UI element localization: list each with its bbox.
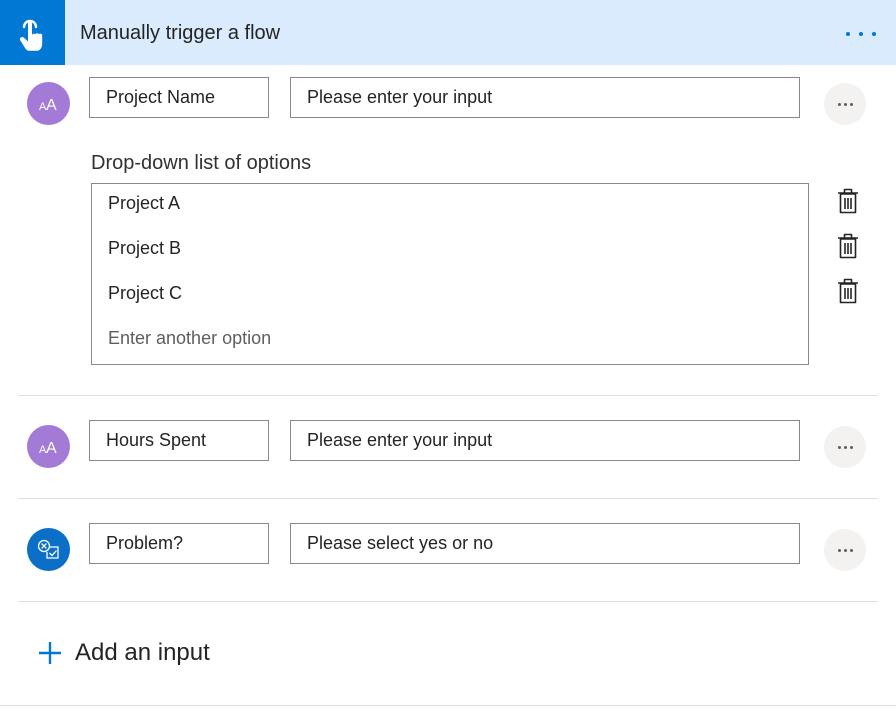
svg-text:A: A bbox=[46, 440, 57, 455]
input-name-field[interactable]: Hours Spent bbox=[89, 420, 269, 461]
input-description-field[interactable]: Please enter your input bbox=[290, 420, 800, 461]
input-more-button[interactable] bbox=[824, 529, 866, 571]
input-name-field[interactable]: Problem? bbox=[89, 523, 269, 564]
add-input-button[interactable]: Add an input bbox=[38, 636, 210, 670]
trash-icon[interactable] bbox=[837, 233, 859, 259]
text-input-icon: A A bbox=[27, 82, 70, 125]
input-description-field[interactable]: Please select yes or no bbox=[290, 523, 800, 564]
dropdown-option[interactable]: Project B bbox=[108, 236, 181, 260]
divider bbox=[18, 601, 878, 602]
more-horizontal-icon[interactable] bbox=[844, 24, 884, 44]
trigger-title: Manually trigger a flow bbox=[80, 22, 281, 44]
trash-icon[interactable] bbox=[837, 188, 859, 214]
dropdown-label: Drop-down list of options bbox=[91, 152, 312, 174]
dropdown-new-option-input[interactable]: Enter another option bbox=[108, 326, 271, 350]
trash-icon[interactable] bbox=[837, 278, 859, 304]
yes-no-input-icon bbox=[27, 528, 70, 571]
dropdown-options-list: Project A Project B Project C Enter anot… bbox=[91, 183, 809, 365]
input-name-field[interactable]: Project Name bbox=[89, 77, 269, 118]
input-more-button[interactable] bbox=[824, 83, 866, 125]
svg-text:A: A bbox=[46, 97, 57, 112]
add-input-label: Add an input bbox=[75, 639, 210, 666]
plus-icon bbox=[39, 642, 61, 664]
trigger-header[interactable]: Manually trigger a flow bbox=[0, 0, 896, 65]
touch-hand-icon bbox=[0, 0, 65, 65]
dropdown-option[interactable]: Project A bbox=[108, 191, 180, 215]
dropdown-option[interactable]: Project C bbox=[108, 281, 182, 305]
divider bbox=[0, 705, 896, 706]
text-input-icon: A A bbox=[27, 425, 70, 468]
divider bbox=[18, 498, 878, 499]
divider bbox=[18, 395, 878, 396]
input-more-button[interactable] bbox=[824, 426, 866, 468]
input-description-field[interactable]: Please enter your input bbox=[290, 77, 800, 118]
